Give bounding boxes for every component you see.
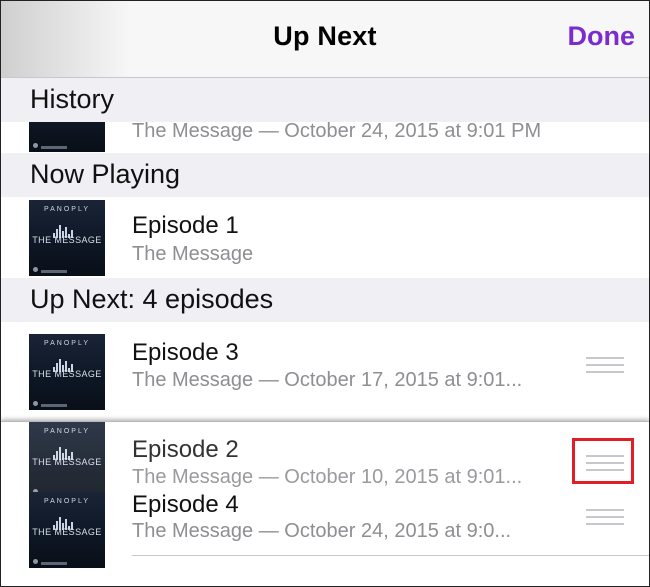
up-next-screen: Up Next Done History The Message — Octob… <box>0 0 650 587</box>
episode-artwork: PANOPLY THE MESSAGE <box>29 334 105 410</box>
up-next-row[interactable]: PANOPLY THE MESSAGE Episode 3 The Messag… <box>1 324 649 421</box>
up-next-row[interactable]: PANOPLY THE MESSAGE Episode 4 The Messag… <box>1 491 649 586</box>
episode-artwork <box>29 122 105 152</box>
episode-artwork: PANOPLY THE MESSAGE <box>29 492 105 568</box>
section-title-history: History <box>30 84 115 114</box>
reorder-handle-icon[interactable] <box>586 509 624 530</box>
section-header-up-next: Up Next: 4 episodes <box>1 278 649 322</box>
section-header-now-playing: Now Playing <box>1 153 649 197</box>
episode-subtitle: The Message — October 17, 2015 at 9:01..… <box>132 369 523 391</box>
navigation-bar: Up Next Done <box>1 1 649 78</box>
episode-title: Episode 3 <box>132 339 239 366</box>
section-title-now-playing: Now Playing <box>30 159 181 189</box>
section-header-history: History <box>1 78 649 122</box>
row-separator <box>132 555 649 556</box>
history-episode-subtitle: The Message — October 24, 2015 at 9:01 P… <box>132 122 542 142</box>
episode-artwork: PANOPLY THE MESSAGE <box>29 422 105 498</box>
page-title: Up Next <box>273 21 377 51</box>
done-button[interactable]: Done <box>568 21 636 52</box>
episode-title: Episode 4 <box>132 491 239 518</box>
reorder-handle-icon[interactable] <box>586 357 624 378</box>
episode-subtitle: The Message — October 10, 2015 at 9:01..… <box>132 466 523 488</box>
episode-subtitle: The Message — October 24, 2015 at 9:0... <box>132 520 512 542</box>
history-row[interactable]: The Message — October 24, 2015 at 9:01 P… <box>1 122 649 152</box>
now-playing-episode-subtitle: The Message <box>132 243 254 265</box>
now-playing-row[interactable]: PANOPLY THE MESSAGE Episode 1 The Messag… <box>1 198 649 278</box>
dragged-up-next-row[interactable]: PANOPLY THE MESSAGE Episode 2 The Messag… <box>1 421 649 498</box>
episode-title: Episode 2 <box>132 436 239 463</box>
section-title-up-next: Up Next: 4 episodes <box>30 284 274 314</box>
episode-artwork: PANOPLY THE MESSAGE <box>29 200 105 276</box>
highlight-box <box>572 438 634 484</box>
now-playing-episode-title: Episode 1 <box>132 212 239 239</box>
